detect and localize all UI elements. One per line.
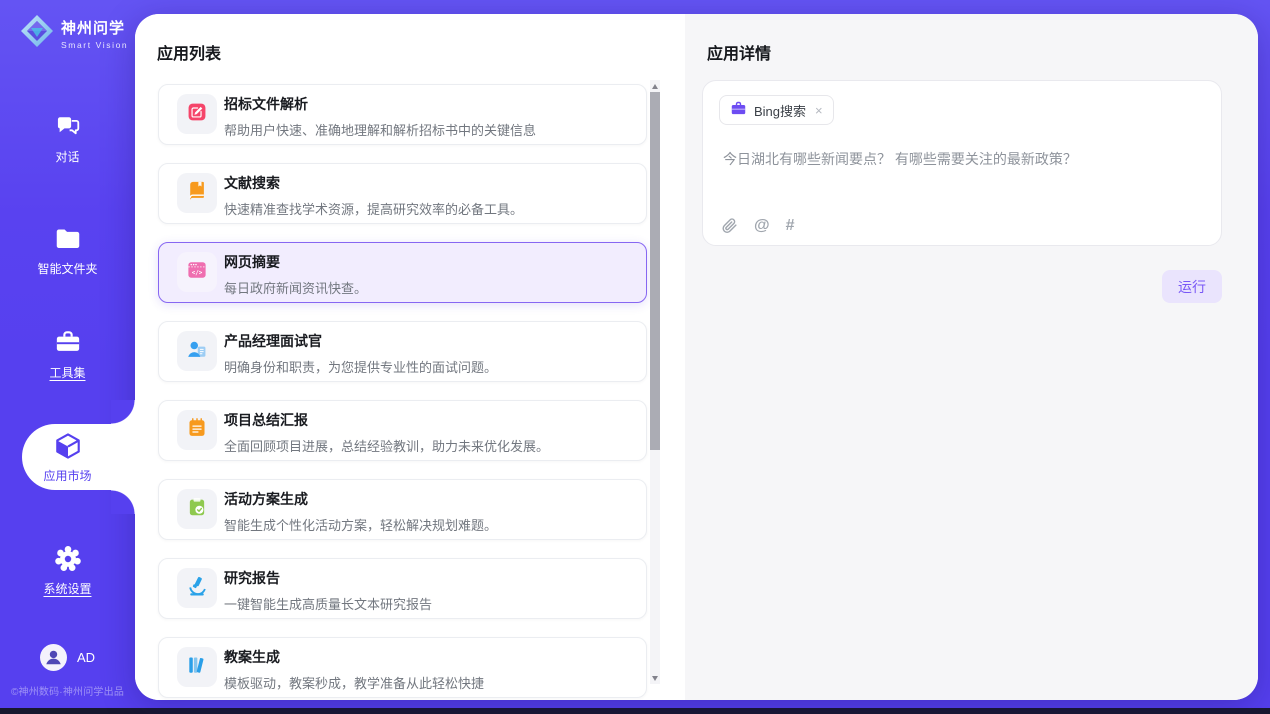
- sidebar-item-chat[interactable]: 对话: [0, 106, 135, 171]
- sidebar-item-label: 应用市场: [43, 467, 91, 484]
- app-icon-box: [177, 568, 217, 608]
- app-frame: 神州问学 Smart Vision 对话 智能文件夹 工具集 应用市场系统设置 …: [0, 0, 1270, 714]
- app-card-title: 文献搜索: [224, 173, 636, 193]
- tool-tag-label: Bing搜索: [754, 101, 806, 120]
- app-list-panel: 应用列表 招标文件解析 帮助用户快速、准确地理解和解析招标书中的关键信息 文献搜…: [135, 14, 685, 700]
- app-card-desc: 快速精准查找学术资源，提高研究效率的必备工具。: [224, 199, 636, 218]
- clipboard-check-icon: [186, 496, 208, 523]
- notepad-icon: [186, 417, 208, 444]
- scrollbar-up-arrow-icon[interactable]: [650, 80, 660, 92]
- paperclip-icon[interactable]: [721, 217, 738, 234]
- app-card-desc: 每日政府新闻资讯快查。: [224, 278, 636, 297]
- toolbox-icon: [53, 328, 83, 358]
- prompt-toolbar: @#: [721, 217, 795, 234]
- app-icon-box: [177, 173, 217, 213]
- app-card-title: 网页摘要: [224, 252, 636, 272]
- sidebar-item-label: 系统设置: [43, 580, 91, 597]
- scrollbar-down-arrow-icon[interactable]: [650, 672, 660, 684]
- app-card-text: 招标文件解析 帮助用户快速、准确地理解和解析招标书中的关键信息: [224, 94, 636, 139]
- app-card[interactable]: 活动方案生成 智能生成个性化活动方案，轻松解决规划难题。: [158, 479, 647, 540]
- sidebar-item-smart-folders[interactable]: 智能文件夹: [0, 218, 135, 283]
- app-card-text: 网页摘要 每日政府新闻资讯快查。: [224, 252, 636, 297]
- app-card-title: 项目总结汇报: [224, 410, 636, 430]
- svg-text:</>: </>: [192, 270, 203, 276]
- app-list-title: 应用列表: [157, 40, 221, 64]
- logo-icon: [19, 13, 55, 54]
- run-button[interactable]: 运行: [1162, 270, 1222, 303]
- pen-square-icon: [186, 101, 208, 128]
- app-card-text: 活动方案生成 智能生成个性化活动方案，轻松解决规划难题。: [224, 489, 636, 534]
- microscope-icon: [186, 575, 208, 602]
- sidebar-item-label: 对话: [55, 148, 79, 165]
- app-card[interactable]: 教案生成 模板驱动，教案秒成，教学准备从此轻松快捷: [158, 637, 647, 698]
- briefcase-icon: [730, 100, 747, 120]
- app-card-text: 项目总结汇报 全面回顾项目进展，总结经验教训，助力未来优化发展。: [224, 410, 636, 455]
- folder-icon: [53, 224, 83, 254]
- books-icon: [186, 654, 208, 681]
- app-card[interactable]: 项目总结汇报 全面回顾项目进展，总结经验教训，助力未来优化发展。: [158, 400, 647, 461]
- app-card-desc: 帮助用户快速、准确地理解和解析招标书中的关键信息: [224, 120, 636, 139]
- app-card[interactable]: </> 网页摘要 每日政府新闻资讯快查。: [158, 242, 647, 303]
- main-content: 应用列表 招标文件解析 帮助用户快速、准确地理解和解析招标书中的关键信息 文献搜…: [135, 14, 1258, 700]
- app-icon-box: [177, 489, 217, 529]
- active-tab-curve-top: [111, 400, 135, 424]
- app-card-desc: 明确身份和职责，为您提供专业性的面试问题。: [224, 357, 636, 376]
- app-detail-title: 应用详情: [707, 40, 771, 64]
- bottom-bar: [0, 708, 1270, 714]
- user-profile[interactable]: AD: [0, 644, 135, 671]
- logo-title: 神州问学: [61, 17, 128, 38]
- logo-subtitle: Smart Vision: [61, 40, 128, 50]
- app-cards: 招标文件解析 帮助用户快速、准确地理解和解析招标书中的关键信息 文献搜索 快速精…: [158, 84, 647, 700]
- app-detail-panel: 应用详情 Bing搜索 × 今日湖北有哪些新闻要点？ 有哪些需要关注的最新政策？…: [685, 14, 1258, 700]
- app-icon-box: [177, 647, 217, 687]
- app-card-text: 产品经理面试官 明确身份和职责，为您提供专业性的面试问题。: [224, 331, 636, 376]
- browser-icon: </>: [186, 259, 208, 286]
- hash-icon[interactable]: #: [786, 218, 795, 234]
- app-icon-box: </>: [177, 252, 217, 292]
- sidebar-item-label: 工具集: [49, 364, 85, 381]
- prompt-card: Bing搜索 × 今日湖北有哪些新闻要点？ 有哪些需要关注的最新政策？ @#: [702, 80, 1222, 246]
- app-card[interactable]: 研究报告 一键智能生成高质量长文本研究报告: [158, 558, 647, 619]
- chat-icon: [53, 112, 83, 142]
- interviewer-icon: [186, 338, 208, 365]
- app-card-title: 产品经理面试官: [224, 331, 636, 351]
- query-text[interactable]: 今日湖北有哪些新闻要点？ 有哪些需要关注的最新政策？: [723, 149, 1201, 170]
- app-card-text: 研究报告 一键智能生成高质量长文本研究报告: [224, 568, 636, 613]
- cube-icon: [53, 431, 83, 461]
- app-icon-box: [177, 331, 217, 371]
- app-card-desc: 模板驱动，教案秒成，教学准备从此轻松快捷: [224, 673, 636, 692]
- copyright: ©神州数码·神州问学出品: [0, 683, 135, 698]
- scrollbar[interactable]: [650, 80, 660, 684]
- gear-icon: [53, 544, 83, 574]
- sidebar-item-toolkit[interactable]: 工具集: [0, 322, 135, 387]
- sidebar: 神州问学 Smart Vision 对话 智能文件夹 工具集 应用市场系统设置 …: [0, 0, 135, 708]
- app-card-desc: 一键智能生成高质量长文本研究报告: [224, 594, 636, 613]
- user-avatar-icon: [40, 644, 67, 671]
- at-icon[interactable]: @: [754, 218, 770, 234]
- sidebar-item-settings[interactable]: 系统设置: [0, 538, 135, 603]
- app-card-title: 教案生成: [224, 647, 636, 667]
- app-card[interactable]: 产品经理面试官 明确身份和职责，为您提供专业性的面试问题。: [158, 321, 647, 382]
- book-icon: [186, 180, 208, 207]
- app-card[interactable]: 招标文件解析 帮助用户快速、准确地理解和解析招标书中的关键信息: [158, 84, 647, 145]
- tool-tag-bing-search[interactable]: Bing搜索 ×: [719, 95, 834, 125]
- scrollbar-thumb[interactable]: [650, 92, 660, 450]
- app-card-desc: 全面回顾项目进展，总结经验教训，助力未来优化发展。: [224, 436, 636, 455]
- active-tab-curve-bottom: [111, 490, 135, 514]
- app-card[interactable]: 文献搜索 快速精准查找学术资源，提高研究效率的必备工具。: [158, 163, 647, 224]
- app-icon-box: [177, 94, 217, 134]
- app-card-title: 活动方案生成: [224, 489, 636, 509]
- app-card-title: 招标文件解析: [224, 94, 636, 114]
- app-card-text: 教案生成 模板驱动，教案秒成，教学准备从此轻松快捷: [224, 647, 636, 692]
- app-card-title: 研究报告: [224, 568, 636, 588]
- sidebar-item-app-market[interactable]: 应用市场: [0, 424, 135, 490]
- user-initials: AD: [77, 650, 95, 665]
- app-card-text: 文献搜索 快速精准查找学术资源，提高研究效率的必备工具。: [224, 173, 636, 218]
- logo: 神州问学 Smart Vision: [19, 13, 128, 54]
- sidebar-item-label: 智能文件夹: [37, 260, 97, 277]
- app-card-desc: 智能生成个性化活动方案，轻松解决规划难题。: [224, 515, 636, 534]
- app-icon-box: [177, 410, 217, 450]
- tag-close-icon[interactable]: ×: [815, 103, 823, 118]
